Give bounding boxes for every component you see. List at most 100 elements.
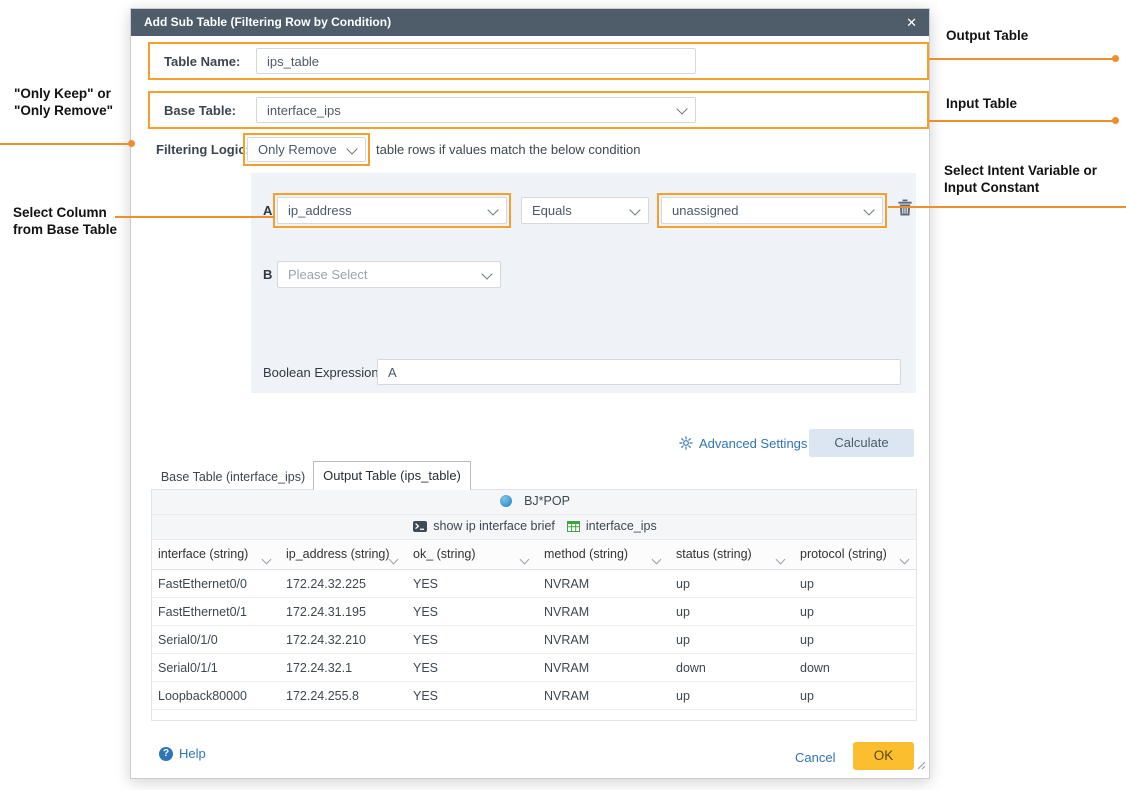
command-row: show ip interface brief interface_ips [152,515,917,540]
annotation-line-input-table [929,120,1115,122]
add-sub-table-dialog: Add Sub Table (Filtering Row by Conditio… [130,8,930,779]
table-row: FastEthernet0/1 172.24.31.195 YES NVRAM … [152,598,917,626]
annotation-input-table-text: Input Table [946,95,1017,112]
annotation-line-filtering-choice [0,143,133,145]
terminal-icon [413,521,427,532]
condition-a-value-highlight: unassigned [657,193,887,228]
table-cell: up [670,570,794,598]
gear-icon [679,436,693,450]
column-header-row: interface (string) ip_address (string) o… [152,540,917,570]
table-cell: NVRAM [538,682,670,710]
annotation-line-output-table [929,58,1115,60]
condition-b-column-select[interactable]: Please Select [277,261,501,288]
output-table-panel: BJ*POP [151,489,917,721]
table-cell: up [794,682,917,710]
annotation-select-column-line2: from Base Table [13,221,117,238]
table-cell: NVRAM [538,570,670,598]
source-table-name: interface_ips [586,519,657,533]
annotation-output-table: Output Table [946,27,1028,44]
table-name-row-highlight: Table Name: [148,42,929,80]
tab-base-table[interactable]: Base Table (interface_ips) [153,466,313,489]
annotation-input-table: Input Table [946,95,1017,112]
boolean-expression-input[interactable] [377,359,901,385]
table-cell: YES [407,598,538,626]
condition-a-value-select[interactable]: unassigned [661,197,883,224]
condition-a-operator-select[interactable]: Equals [521,197,649,224]
condition-a-value-text: unassigned [672,203,739,218]
annotation-line-select-intent [888,206,1126,208]
table-cell: 172.24.32.210 [280,626,407,654]
column-header-method: method (string) [538,540,670,570]
column-filter-icon[interactable] [389,554,399,564]
cancel-button[interactable]: Cancel [795,750,835,765]
filtering-logic-select[interactable]: Only Remove [247,137,366,162]
advanced-settings-label: Advanced Settings [699,436,807,451]
table-cell: 172.24.32.1 [280,654,407,682]
filtering-logic-suffix: table rows if values match the below con… [376,133,640,166]
annotation-dot-input-table [1112,117,1119,124]
table-cell: YES [407,682,538,710]
table-cell: up [670,682,794,710]
column-filter-icon[interactable] [262,554,272,564]
table-cell: YES [407,626,538,654]
filtering-logic-label: Filtering Logic: [156,133,250,166]
help-label: Help [179,746,206,761]
table-cell: Serial0/1/0 [152,626,280,654]
column-filter-icon[interactable] [776,554,786,564]
condition-a-operator-value: Equals [532,203,572,218]
table-cell: Loopback80000 [152,682,280,710]
command-text: show ip interface brief [433,519,555,533]
condition-b-label: B [263,261,272,288]
base-table-select-value: interface_ips [267,103,341,118]
help-icon: ? [159,747,173,761]
close-icon[interactable]: ✕ [906,9,917,36]
column-filter-icon[interactable] [900,554,910,564]
annotation-select-intent: Select Intent Variable or Input Constant [944,162,1097,196]
chevron-down-icon [487,204,498,215]
resize-handle-icon[interactable] [917,757,926,775]
condition-a-column-select[interactable]: ip_address [277,197,507,224]
help-link[interactable]: ? Help [159,746,206,761]
table-icon [567,521,580,532]
annotation-select-column-line1: Select Column [13,204,117,221]
tab-output-table[interactable]: Output Table (ips_table) [313,461,471,490]
table-name-input[interactable] [256,48,696,74]
table-row: FastEthernet0/0 172.24.32.225 YES NVRAM … [152,570,917,598]
annotation-select-column: Select Column from Base Table [13,204,117,238]
table-cell: FastEthernet0/1 [152,598,280,626]
table-row: Serial0/1/0 172.24.32.210 YES NVRAM up u… [152,626,917,654]
table-cell: Serial0/1/1 [152,654,280,682]
chevron-down-icon [676,103,687,114]
dialog-title: Add Sub Table (Filtering Row by Conditio… [144,15,391,29]
calculate-button[interactable]: Calculate [809,429,914,457]
device-row: BJ*POP [152,490,917,515]
condition-a-label: A [263,193,272,228]
annotation-line-select-column [115,216,274,218]
table-name-label: Table Name: [164,44,240,78]
column-header-interface: interface (string) [152,540,280,570]
column-header-ip-address: ip_address (string) [280,540,407,570]
dialog-titlebar: Add Sub Table (Filtering Row by Conditio… [131,9,929,36]
chevron-down-icon [346,143,357,154]
annotation-dot-output-table [1112,55,1119,62]
column-header-protocol: protocol (string) [794,540,917,570]
table-cell: NVRAM [538,654,670,682]
table-cell: up [670,626,794,654]
table-cell: 172.24.31.195 [280,598,407,626]
column-filter-icon[interactable] [652,554,662,564]
chevron-down-icon [481,268,492,279]
ok-button[interactable]: OK [853,742,914,770]
table-cell: up [794,598,917,626]
table-cell: down [794,654,917,682]
base-table-select[interactable]: interface_ips [256,97,696,123]
base-table-label: Base Table: [164,93,236,127]
boolean-expression-label: Boolean Expression: [263,359,382,385]
annotation-filtering-choice: "Only Keep" or "Only Remove" [14,85,113,119]
filtering-logic-select-value: Only Remove [258,142,337,157]
column-filter-icon[interactable] [520,554,530,564]
advanced-settings-link[interactable]: Advanced Settings [679,429,807,457]
screenshot-root: Output Table Input Table Select Intent V… [0,0,1126,790]
condition-a-column-value: ip_address [288,203,352,218]
table-row: Loopback80000 172.24.255.8 YES NVRAM up … [152,682,917,710]
base-table-row-highlight: Base Table: interface_ips [148,91,929,129]
